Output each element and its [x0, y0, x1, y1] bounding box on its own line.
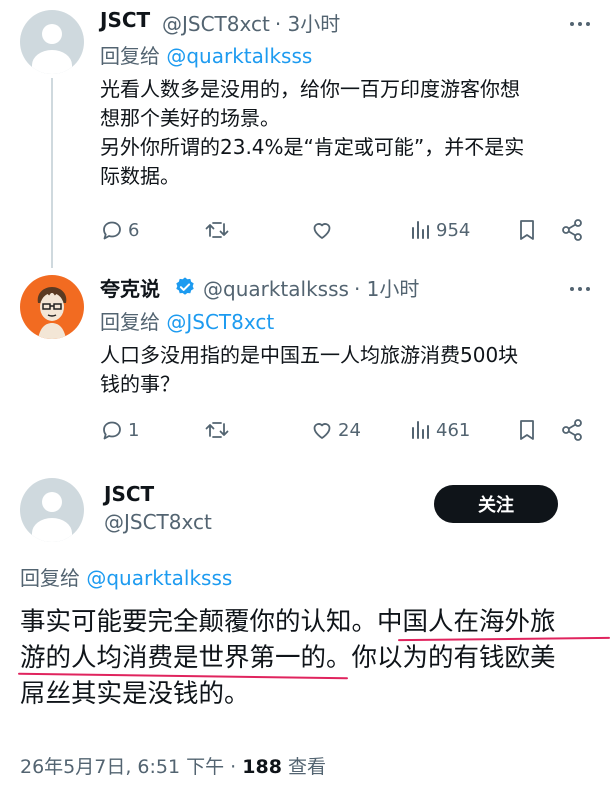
- main-tweet-text: 事实可能要完全颠覆你的认知。中国人在海外旅 游的人均消费是世界第一的。你以为的有…: [20, 607, 556, 709]
- bookmark-button[interactable]: [516, 418, 538, 442]
- tweet-meta: 26年5月7日, 6:51 下午 · 188 查看: [20, 752, 326, 779]
- follow-button[interactable]: 关注: [434, 485, 558, 523]
- reply-icon: [103, 421, 121, 440]
- avatar-jsct-main[interactable]: [20, 478, 84, 542]
- author-handle[interactable]: @JSCT8xct · 3小时: [162, 8, 340, 37]
- views-total: 188: [242, 756, 282, 778]
- author-name[interactable]: JSCT: [100, 8, 150, 32]
- share-button[interactable]: [560, 418, 584, 442]
- retweet-icon: [205, 222, 229, 238]
- share-icon: [562, 219, 582, 241]
- avatar-quarktalksss[interactable]: [20, 275, 84, 339]
- cartoon-avatar: [37, 287, 67, 339]
- reply-to-line: 回复给 @quarktalksss: [100, 44, 313, 68]
- views-button[interactable]: 954: [410, 218, 470, 242]
- thread-line: [51, 78, 53, 268]
- reply-to-link[interactable]: @quarktalksss: [86, 566, 232, 590]
- tweet-date[interactable]: 26年5月7日, 6:51 下午 ·: [20, 756, 242, 778]
- views-button[interactable]: 461: [410, 418, 470, 442]
- reply-button[interactable]: 1: [100, 418, 139, 442]
- views-count: 461: [436, 419, 471, 441]
- author-handle[interactable]: @quarktalksss · 1小时: [203, 273, 419, 302]
- views-icon: [412, 421, 429, 439]
- reply-to-line: 回复给 @quarktalksss: [20, 566, 233, 590]
- share-icon: [562, 419, 582, 441]
- reply-to-link[interactable]: @JSCT8xct: [166, 310, 274, 334]
- like-count: 24: [338, 419, 361, 441]
- author-name[interactable]: JSCT: [104, 482, 154, 506]
- retweet-icon: [205, 422, 229, 438]
- verified-badge-icon: [176, 277, 194, 295]
- author-name[interactable]: 夸克说: [100, 273, 160, 302]
- reply-count: 1: [128, 419, 140, 441]
- views-label: 查看: [281, 756, 326, 778]
- like-icon: [313, 423, 331, 439]
- avatar-jsct[interactable]: [20, 10, 84, 74]
- views-icon: [412, 221, 429, 239]
- share-button[interactable]: [560, 218, 584, 242]
- reply-to-link[interactable]: @quarktalksss: [166, 44, 312, 68]
- retweet-button[interactable]: [204, 218, 230, 242]
- views-count: 954: [436, 219, 471, 241]
- reply-icon: [103, 221, 121, 240]
- like-button[interactable]: 24: [310, 418, 361, 442]
- tweet-text: 光看人数多是没用的，给你一百万印度游客你想 想那个美好的场景。 另外你所谓的23…: [100, 77, 525, 188]
- reply-to-line: 回复给 @JSCT8xct: [100, 310, 275, 334]
- author-handle[interactable]: @JSCT8xct: [104, 510, 212, 534]
- more-options-icon[interactable]: [570, 12, 594, 36]
- bookmark-button[interactable]: [516, 218, 538, 242]
- more-options-icon[interactable]: [570, 277, 594, 301]
- retweet-button[interactable]: [204, 418, 230, 442]
- like-button[interactable]: [310, 218, 338, 242]
- like-icon: [313, 223, 331, 239]
- bookmark-icon: [520, 420, 534, 440]
- reply-count: 6: [128, 219, 140, 241]
- tweet-text: 人口多没用指的是中国五一人均旅游消费500块 钱的事？: [100, 343, 519, 396]
- bookmark-icon: [520, 220, 534, 240]
- reply-button[interactable]: 6: [100, 218, 139, 242]
